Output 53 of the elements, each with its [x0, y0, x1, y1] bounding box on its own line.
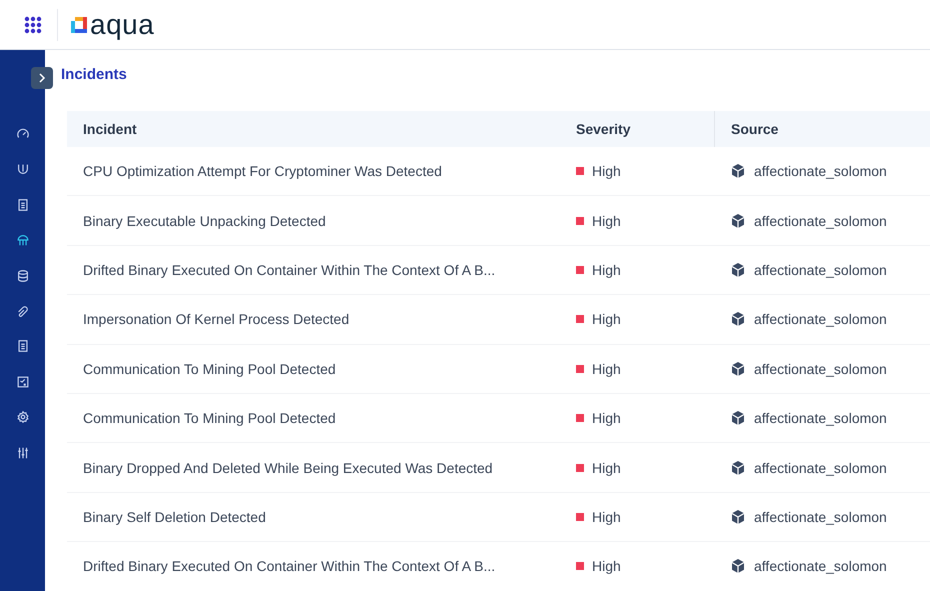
column-header: Source — [714, 111, 930, 147]
source-text: affectionate_solomon — [754, 262, 887, 278]
source-text: affectionate_solomon — [754, 410, 887, 426]
severity-text: High — [592, 460, 621, 476]
source-text: affectionate_solomon — [754, 163, 887, 180]
apps-menu-icon[interactable] — [24, 16, 42, 34]
severity-text: High — [592, 558, 621, 574]
cube-icon — [730, 360, 746, 377]
table-cell-text: CPU Optimization Attempt For Cryptominer Was Detected — [82, 162, 443, 182]
expand-button[interactable] — [31, 67, 53, 89]
source-text: affectionate_solomon — [754, 460, 887, 476]
severity-text: High — [592, 410, 621, 426]
severity-text: High — [592, 360, 621, 377]
page-title: Incidents — [61, 66, 128, 85]
cube-icon — [730, 212, 746, 229]
source-text: affectionate_solomon — [754, 311, 887, 328]
gauge-icon[interactable] — [16, 127, 30, 141]
db-icon[interactable] — [16, 268, 30, 283]
cube-icon — [730, 460, 746, 476]
chevron-right-icon — [38, 73, 46, 83]
settings-icon[interactable] — [16, 410, 30, 424]
severity-text: High — [592, 212, 621, 229]
source-text: affectionate_solomon — [754, 508, 887, 525]
cube-icon — [730, 410, 746, 426]
table-cell-text: Drifted Binary Executed On Container Within The Context Of A B... — [82, 557, 496, 576]
source-text: affectionate_solomon — [754, 360, 887, 377]
column-header: Incident — [82, 120, 138, 139]
cube-icon — [730, 262, 746, 278]
severity-text: High — [592, 163, 621, 180]
severity-text: High — [592, 311, 621, 328]
cube-icon — [730, 311, 746, 328]
table-cell-text: Communication To Mining Pool Detected — [82, 409, 337, 428]
logo-text: aqua — [90, 10, 154, 38]
table-cell-text: Binary Dropped And Deleted While Being Executed Was Detected — [82, 458, 494, 478]
source-text: affectionate_solomon — [754, 212, 887, 229]
table-cell-text: Impersonation Of Kernel Process Detected — [82, 310, 350, 330]
table-cell-text: Binary Executable Unpacking Detected — [82, 212, 327, 231]
cube-icon — [730, 163, 746, 180]
cube-icon — [730, 508, 746, 525]
severity-text: High — [592, 262, 621, 278]
logo-icon — [70, 16, 88, 34]
doc-icon[interactable] — [16, 339, 30, 354]
cube-icon — [730, 558, 746, 574]
source-text: affectionate_solomon — [754, 558, 887, 574]
clip-icon[interactable] — [16, 304, 30, 318]
doc-icon[interactable] — [16, 198, 30, 212]
jelly-icon[interactable] — [16, 233, 30, 248]
table-cell-text: Binary Self Deletion Detected — [82, 508, 267, 527]
table-cell-text: Communication To Mining Pool Detected — [82, 360, 337, 379]
table-cell-text: Drifted Binary Executed On Container Within The Context Of A B... — [82, 260, 496, 280]
column-header: Severity — [575, 120, 632, 139]
sliders-icon[interactable] — [16, 446, 30, 460]
severity-text: High — [592, 508, 621, 525]
